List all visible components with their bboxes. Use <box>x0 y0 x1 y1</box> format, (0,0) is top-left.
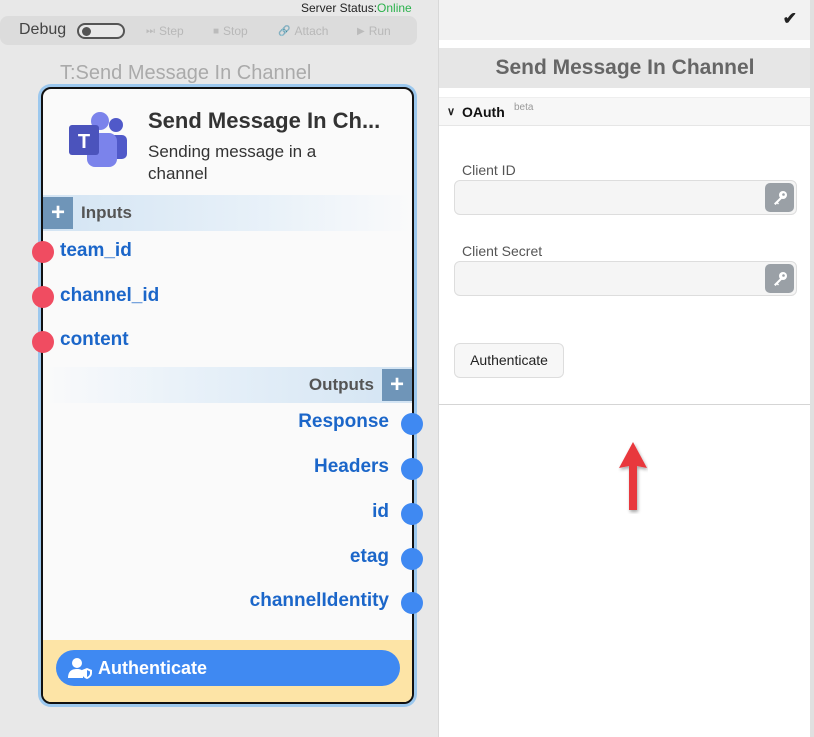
toggle-knob <box>82 27 91 36</box>
output-label-id: id <box>372 501 389 522</box>
run-label: Run <box>368 24 391 38</box>
client-id-key-button[interactable] <box>765 183 794 212</box>
debug-label: Debug <box>19 21 67 38</box>
node-canvas-title: T:Send Message In Channel <box>60 62 312 84</box>
client-secret-field[interactable] <box>454 261 797 296</box>
red-arrow-annotation <box>619 442 647 510</box>
client-secret-label: Client Secret <box>462 243 543 259</box>
input-label-content: content <box>60 329 129 350</box>
oauth-section-body: Client ID Client Secret Authenticate <box>439 126 811 405</box>
panel-scrollbar-edge <box>810 0 814 737</box>
key-icon <box>773 190 787 205</box>
server-status-value: Online <box>377 1 412 15</box>
oauth-label: OAuth <box>462 104 505 120</box>
node-authenticate-button[interactable]: Authenticate <box>56 650 400 686</box>
client-id-label: Client ID <box>462 162 516 178</box>
attach-button[interactable]: 🔗 Attach <box>278 24 328 38</box>
client-id-field[interactable] <box>454 180 797 215</box>
oauth-section-header[interactable]: ∨ OAuth beta <box>439 97 811 126</box>
play-icon: ▶ <box>357 25 365 37</box>
output-port-headers[interactable] <box>401 458 423 480</box>
properties-panel: ✔ Send Message In Channel ∨ OAuth beta C… <box>438 0 811 737</box>
stop-icon: ■ <box>213 25 220 37</box>
microsoft-teams-icon: T <box>69 112 127 167</box>
link-icon: 🔗 <box>278 25 291 37</box>
output-port-response[interactable] <box>401 413 423 435</box>
stop-label: Stop <box>223 24 248 38</box>
debug-toggle[interactable] <box>77 23 125 39</box>
add-input-button[interactable]: + <box>43 197 73 229</box>
checkmark-icon[interactable]: ✔ <box>783 9 797 29</box>
step-label: Step <box>159 24 184 38</box>
node-auth-footer: Authenticate <box>43 640 412 702</box>
output-port-channel-identity[interactable] <box>401 592 423 614</box>
attach-label: Attach <box>294 24 329 38</box>
step-icon: ⏭ <box>146 25 155 37</box>
input-port-content[interactable] <box>32 331 54 353</box>
output-label-response: Response <box>298 411 389 432</box>
svg-text:T: T <box>78 131 90 153</box>
debug-toolbar: Debug ⏭ Step ■ Stop 🔗 Attach ▶ Run <box>0 16 417 45</box>
output-port-etag[interactable] <box>401 548 423 570</box>
input-port-channel-id[interactable] <box>32 286 54 308</box>
server-status-label: Server Status: <box>301 1 378 15</box>
add-output-button[interactable]: + <box>382 369 412 401</box>
step-button[interactable]: ⏭ Step <box>146 24 184 38</box>
user-shield-icon <box>68 658 92 679</box>
output-port-id[interactable] <box>401 503 423 525</box>
node-description: Sending message in a channel <box>148 142 317 183</box>
inputs-section: + Inputs <box>43 195 412 231</box>
input-label-channel-id: channel_id <box>60 285 160 306</box>
inputs-label: Inputs <box>81 203 132 222</box>
beta-badge: beta <box>514 102 534 113</box>
client-secret-key-button[interactable] <box>765 264 794 293</box>
output-label-channel-identity: channelIdentity <box>249 590 389 611</box>
run-button[interactable]: ▶ Run <box>357 24 391 38</box>
server-status: Server Status:Online <box>301 1 412 15</box>
output-label-etag: etag <box>349 546 389 567</box>
outputs-section: Outputs + <box>43 367 412 403</box>
panel-title: Send Message In Channel <box>439 48 811 88</box>
input-port-team-id[interactable] <box>32 241 54 263</box>
key-icon <box>773 271 787 286</box>
outputs-label: Outputs <box>308 375 374 394</box>
teams-node[interactable]: T Send Message In Ch... Sending message … <box>32 87 423 704</box>
panel-topbar: ✔ <box>439 0 811 40</box>
panel-authenticate-button[interactable]: Authenticate <box>454 343 564 378</box>
chevron-down-icon: ∨ <box>447 106 456 118</box>
flow-canvas[interactable]: Server Status:Online Debug ⏭ Step ■ Stop 🔗… <box>0 0 438 737</box>
output-label-headers: Headers <box>314 456 389 477</box>
node-name: Send Message In Ch... <box>148 108 381 133</box>
node-authenticate-label: Authenticate <box>98 657 208 678</box>
input-label-team-id: team_id <box>60 240 132 261</box>
stop-button[interactable]: ■ Stop <box>213 24 248 38</box>
